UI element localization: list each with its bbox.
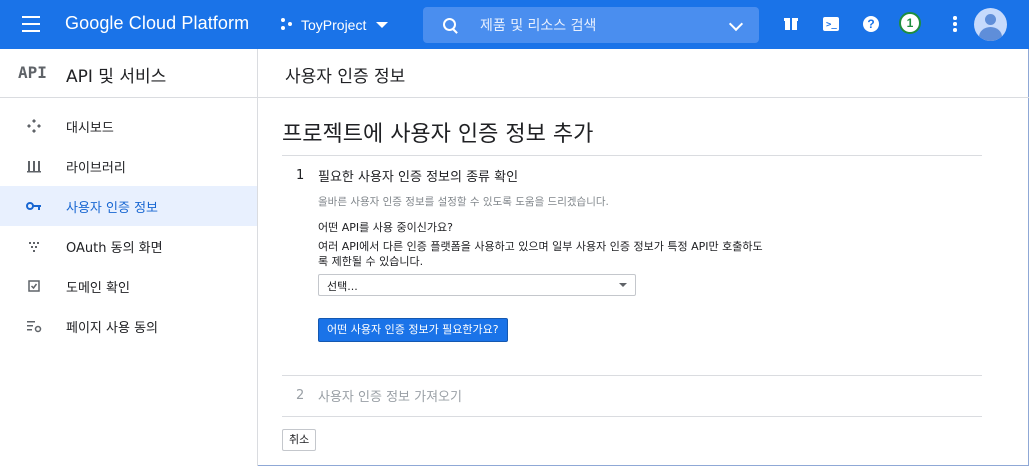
search-bar[interactable] <box>423 7 759 43</box>
page-usage-icon <box>27 321 42 333</box>
project-name: ToyProject <box>301 17 367 33</box>
sidebar-item-label: 라이브러리 <box>66 161 126 176</box>
dropdown-arrow-icon <box>619 283 627 287</box>
page-header: 사용자 인증 정보 <box>258 49 1029 98</box>
avatar[interactable] <box>974 8 1007 41</box>
project-selector[interactable]: ToyProject <box>281 13 389 37</box>
brand-title[interactable]: Google Cloud Platform <box>65 13 249 34</box>
top-bar: Google Cloud Platform ToyProject >_ ? 1 <box>0 0 1029 49</box>
caret-down-icon <box>376 22 389 28</box>
api-description: 여러 API에서 다른 인증 플랫폼을 사용하고 있으며 일부 사용자 인증 정… <box>318 240 763 268</box>
sidebar-item-label: 대시보드 <box>66 121 114 136</box>
sidebar-header: API API 및 서비스 <box>0 49 257 98</box>
api-question: 어떤 API를 사용 중이신가요? <box>318 221 453 234</box>
sidebar-item-library[interactable]: 라이브러리 <box>0 146 257 186</box>
divider <box>282 375 982 376</box>
api-logo: API <box>18 63 47 82</box>
sidebar-item-domain-verification[interactable]: 도메인 확인 <box>0 266 257 306</box>
oauth-consent-icon <box>29 242 39 252</box>
step-1-number: 1 <box>296 168 305 183</box>
divider <box>282 155 982 156</box>
sidebar-item-credentials[interactable]: 사용자 인증 정보 <box>0 186 257 226</box>
cloud-shell-icon[interactable]: >_ <box>821 14 841 34</box>
sidebar-item-label: 도메인 확인 <box>66 281 130 296</box>
menu-icon[interactable] <box>22 16 44 34</box>
key-icon <box>26 202 41 210</box>
sidebar-item-label: 사용자 인증 정보 <box>66 201 158 216</box>
project-icon <box>281 18 295 32</box>
chevron-down-icon[interactable] <box>728 16 744 32</box>
gift-icon[interactable] <box>782 14 802 34</box>
search-icon <box>443 18 456 31</box>
api-select[interactable]: 선택... <box>318 274 636 296</box>
dashboard-icon <box>27 119 41 133</box>
step-2-number: 2 <box>296 388 305 403</box>
api-select-value: 선택... <box>327 280 358 293</box>
page-title: 사용자 인증 정보 <box>285 67 406 87</box>
sidebar-item-page-usage-agreement[interactable]: 페이지 사용 동의 <box>0 306 257 346</box>
cancel-button[interactable]: 취소 <box>282 429 317 451</box>
search-input[interactable] <box>478 14 712 38</box>
sidebar-item-oauth-consent[interactable]: OAuth 동의 화면 <box>0 226 257 266</box>
sidebar: API API 및 서비스 대시보드 라이브러리 사용자 인증 정보 OAuth… <box>0 49 258 466</box>
step-1-subtitle: 올바른 사용자 인증 정보를 설정할 수 있도록 도움을 드리겠습니다. <box>318 196 609 208</box>
step-1-title: 필요한 사용자 인증 정보의 종류 확인 <box>318 170 519 185</box>
notifications-badge[interactable]: 1 <box>899 12 921 34</box>
which-credentials-button[interactable]: 어떤 사용자 인증 정보가 필요한가요? <box>318 318 508 342</box>
domain-check-icon <box>28 280 40 292</box>
help-icon[interactable]: ? <box>861 14 881 34</box>
sidebar-item-dashboard[interactable]: 대시보드 <box>0 106 257 146</box>
sidebar-item-label: 페이지 사용 동의 <box>66 321 158 336</box>
more-vert-icon[interactable] <box>945 14 965 34</box>
divider <box>282 416 982 417</box>
sidebar-title: API 및 서비스 <box>66 67 167 87</box>
step-2-title: 사용자 인증 정보 가져오기 <box>318 390 462 405</box>
library-icon <box>27 161 41 173</box>
main-heading: 프로젝트에 사용자 인증 정보 추가 <box>282 122 594 147</box>
sidebar-item-label: OAuth 동의 화면 <box>66 241 163 256</box>
